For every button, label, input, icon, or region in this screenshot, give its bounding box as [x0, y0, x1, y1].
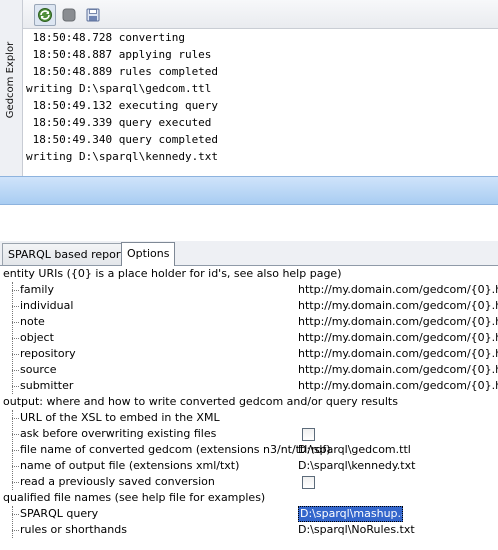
log-line: 18:50:48.889 rules completed: [26, 65, 219, 78]
option-value[interactable]: D:\sparql\kennedy.txt: [298, 458, 415, 474]
tree-connector: [12, 530, 19, 531]
tree-connector: [12, 306, 19, 307]
option-family[interactable]: family http://my.domain.com/gedcom/{0}.h…: [0, 282, 498, 298]
option-note[interactable]: note http://my.domain.com/gedcom/{0}.htm…: [0, 314, 498, 330]
group-entity-uris[interactable]: entity URIs ({0} is a place holder for i…: [0, 266, 498, 282]
sparql-query-field[interactable]: D:\sparql\mashup.a: [298, 506, 403, 522]
option-value[interactable]: http://my.domain.com/gedcom/{0}.html: [298, 314, 498, 330]
save-icon[interactable]: [82, 4, 104, 26]
option-value[interactable]: http://my.domain.com/gedcom/{0}.html: [298, 378, 498, 394]
tree-connector: [12, 354, 19, 355]
log-line: 18:50:48.887 applying rules: [26, 48, 212, 61]
option-value[interactable]: D:\sparql\gedcom.ttl: [298, 442, 411, 458]
option-value[interactable]: D:\sparql\NoRules.txt: [298, 522, 415, 538]
group-qualified-names[interactable]: qualified file names (see help file for …: [0, 490, 498, 506]
tree-connector: [12, 370, 19, 371]
option-key: rules or shorthands: [20, 523, 127, 536]
option-output-file[interactable]: name of output file (extensions xml/txt)…: [0, 458, 498, 474]
tab-strip: SPARQL based reports Options: [0, 241, 498, 266]
group-output[interactable]: output: where and how to write converted…: [0, 394, 498, 410]
log-output[interactable]: 18:50:48.728 converting 18:50:48.887 app…: [23, 29, 498, 175]
option-key: repository: [20, 347, 76, 360]
option-value[interactable]: http://my.domain.com/gedcom/{0}.html: [298, 346, 498, 362]
option-key: SPARQL query: [20, 507, 99, 520]
side-panel-title[interactable]: Gedcom Explor: [2, 42, 18, 118]
read-saved-checkbox[interactable]: [302, 476, 315, 489]
option-key: file name of converted gedcom (extension…: [20, 443, 331, 456]
option-read-saved[interactable]: read a previously saved conversion: [0, 474, 498, 490]
tree-connector: [12, 386, 19, 387]
tree-connector: [12, 450, 19, 451]
option-xsl-url[interactable]: URL of the XSL to embed in the XML: [0, 410, 498, 426]
log-line: 18:50:48.728 converting: [26, 31, 185, 44]
tab-options[interactable]: Options: [121, 242, 176, 266]
group-label: entity URIs ({0} is a place holder for i…: [3, 267, 342, 280]
ask-overwrite-checkbox[interactable]: [302, 428, 315, 441]
tree-connector: [12, 514, 19, 515]
tree-connector: [12, 338, 19, 339]
options-tree: entity URIs ({0} is a place holder for i…: [0, 266, 498, 550]
panel-divider[interactable]: [0, 176, 498, 205]
option-key: individual: [20, 299, 74, 312]
option-rules[interactable]: rules or shorthands D:\sparql\NoRules.tx…: [0, 522, 498, 538]
option-value[interactable]: http://my.domain.com/gedcom/{0}.html: [298, 298, 498, 314]
option-sparql-query[interactable]: SPARQL query D:\sparql\mashup.a: [0, 506, 498, 522]
option-value[interactable]: http://my.domain.com/gedcom/{0}.html: [298, 330, 498, 346]
option-key: object: [20, 331, 54, 344]
tab-sparql-reports[interactable]: SPARQL based reports: [2, 243, 137, 265]
option-repository[interactable]: repository http://my.domain.com/gedcom/{…: [0, 346, 498, 362]
option-object[interactable]: object http://my.domain.com/gedcom/{0}.h…: [0, 330, 498, 346]
option-key: note: [20, 315, 45, 328]
option-source[interactable]: source http://my.domain.com/gedcom/{0}.h…: [0, 362, 498, 378]
log-line: 18:50:49.339 query executed: [26, 116, 212, 129]
empty-area: [0, 205, 498, 241]
toolbar: [23, 0, 498, 29]
option-key: source: [20, 363, 57, 376]
log-line: 18:50:49.340 query completed: [26, 133, 219, 146]
group-label: output: where and how to write converted…: [3, 395, 398, 408]
tree-connector: [12, 482, 19, 483]
option-value[interactable]: http://my.domain.com/gedcom/{0}.html: [298, 362, 498, 378]
option-key: family: [20, 283, 54, 296]
option-key: read a previously saved conversion: [20, 475, 215, 488]
tree-connector: [12, 418, 19, 419]
option-key: name of output file (extensions xml/txt): [20, 459, 240, 472]
run-icon[interactable]: [34, 4, 56, 26]
option-submitter[interactable]: submitter http://my.domain.com/gedcom/{0…: [0, 378, 498, 394]
option-key: submitter: [20, 379, 74, 392]
stop-icon[interactable]: [58, 4, 80, 26]
tree-connector: [12, 290, 19, 291]
option-ask-overwrite[interactable]: ask before overwriting existing files: [0, 426, 498, 442]
group-label: qualified file names (see help file for …: [3, 491, 266, 504]
log-line: writing D:\sparql\gedcom.ttl: [26, 82, 212, 95]
log-line: 18:50:49.132 executing query: [26, 99, 219, 112]
log-line: writing D:\sparql\kennedy.txt: [26, 150, 219, 163]
tree-connector: [12, 322, 19, 323]
option-individual[interactable]: individual http://my.domain.com/gedcom/{…: [0, 298, 498, 314]
option-value[interactable]: http://my.domain.com/gedcom/{0}.html: [298, 282, 498, 298]
tree-connector: [12, 466, 19, 467]
option-converted-file[interactable]: file name of converted gedcom (extension…: [0, 442, 498, 458]
tree-connector: [12, 434, 19, 435]
option-key: URL of the XSL to embed in the XML: [20, 411, 220, 424]
side-panel-strip: Gedcom Explor: [0, 0, 23, 176]
option-key: ask before overwriting existing files: [20, 427, 217, 440]
